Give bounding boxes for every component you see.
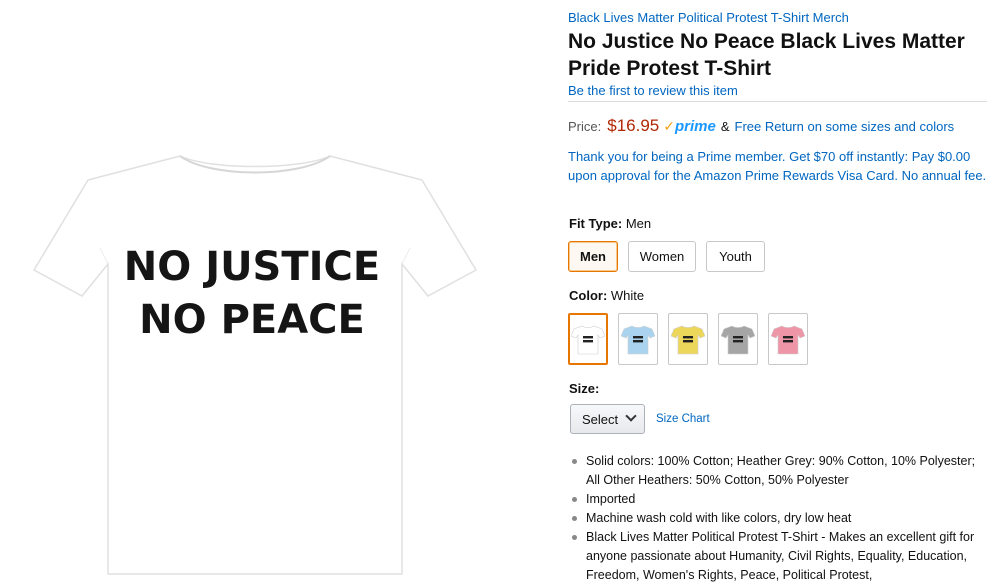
size-select-value: Select bbox=[582, 411, 619, 427]
prime-check-icon: ✓ bbox=[663, 118, 675, 134]
prime-label: prime bbox=[674, 118, 716, 135]
swatch-shirt-icon bbox=[671, 325, 705, 355]
fit-option-youth[interactable]: Youth bbox=[706, 241, 765, 272]
feature-bullets: Solid colors: 100% Cotton; Heather Grey:… bbox=[568, 452, 988, 584]
product-image[interactable]: NO JUSTICE NO PEACE bbox=[0, 0, 540, 584]
swatch-lemon[interactable] bbox=[668, 313, 708, 365]
prime-badge: ✓ prime bbox=[663, 118, 716, 135]
color-swatches bbox=[568, 313, 808, 365]
feature-bullet: Solid colors: 100% Cotton; Heather Grey:… bbox=[568, 452, 988, 490]
price-row: Price: $16.95 ✓ prime & Free Return on s… bbox=[568, 116, 954, 136]
feature-bullet: Imported bbox=[568, 490, 988, 509]
feature-bullet: Machine wash cold with like colors, dry … bbox=[568, 509, 988, 528]
fit-type-label-text: Fit Type: bbox=[569, 216, 623, 231]
size-chart-link[interactable]: Size Chart bbox=[656, 413, 710, 425]
size-label-text: Size: bbox=[569, 381, 600, 396]
review-link[interactable]: Be the first to review this item bbox=[568, 83, 738, 98]
free-return-link[interactable]: Free Return on some sizes and colors bbox=[735, 119, 955, 134]
fit-type-selected: Men bbox=[625, 216, 652, 231]
swatch-heather-grey[interactable] bbox=[718, 313, 758, 365]
fit-type-label: Fit Type: Men bbox=[569, 216, 651, 231]
price-label: Price: bbox=[568, 119, 602, 134]
fit-option-women[interactable]: Women bbox=[628, 241, 696, 272]
swatch-shirt-icon bbox=[571, 325, 605, 355]
color-label: Color: White bbox=[569, 288, 644, 303]
product-title: No Justice No Peace Black Lives Matter P… bbox=[568, 30, 965, 80]
size-select[interactable]: Select bbox=[570, 404, 645, 434]
amp-text: & bbox=[720, 119, 730, 134]
color-selected: White bbox=[610, 288, 645, 303]
price-value: $16.95 bbox=[607, 116, 660, 135]
shirt-print-line1: NO JUSTICE bbox=[124, 244, 380, 290]
fit-option-men[interactable]: Men bbox=[568, 241, 618, 272]
color-label-text: Color: bbox=[569, 288, 608, 303]
prime-visa-promo-link[interactable]: Thank you for being a Prime member. Get … bbox=[568, 147, 988, 185]
swatch-shirt-icon bbox=[771, 325, 805, 355]
size-label: Size: bbox=[569, 381, 599, 396]
swatch-pink[interactable] bbox=[768, 313, 808, 365]
divider bbox=[568, 101, 987, 102]
swatch-shirt-icon bbox=[721, 325, 755, 355]
brand-link[interactable]: Black Lives Matter Political Protest T-S… bbox=[568, 10, 849, 25]
feature-bullet: Black Lives Matter Political Protest T-S… bbox=[568, 528, 988, 584]
swatch-shirt-icon bbox=[621, 325, 655, 355]
chevron-down-icon bbox=[625, 410, 637, 422]
shirt-print-line2: NO PEACE bbox=[139, 297, 365, 343]
swatch-white[interactable] bbox=[568, 313, 608, 365]
tshirt-image: NO JUSTICE NO PEACE bbox=[32, 155, 478, 575]
fit-type-options: Men Women Youth bbox=[568, 241, 765, 272]
swatch-baby-blue[interactable] bbox=[618, 313, 658, 365]
